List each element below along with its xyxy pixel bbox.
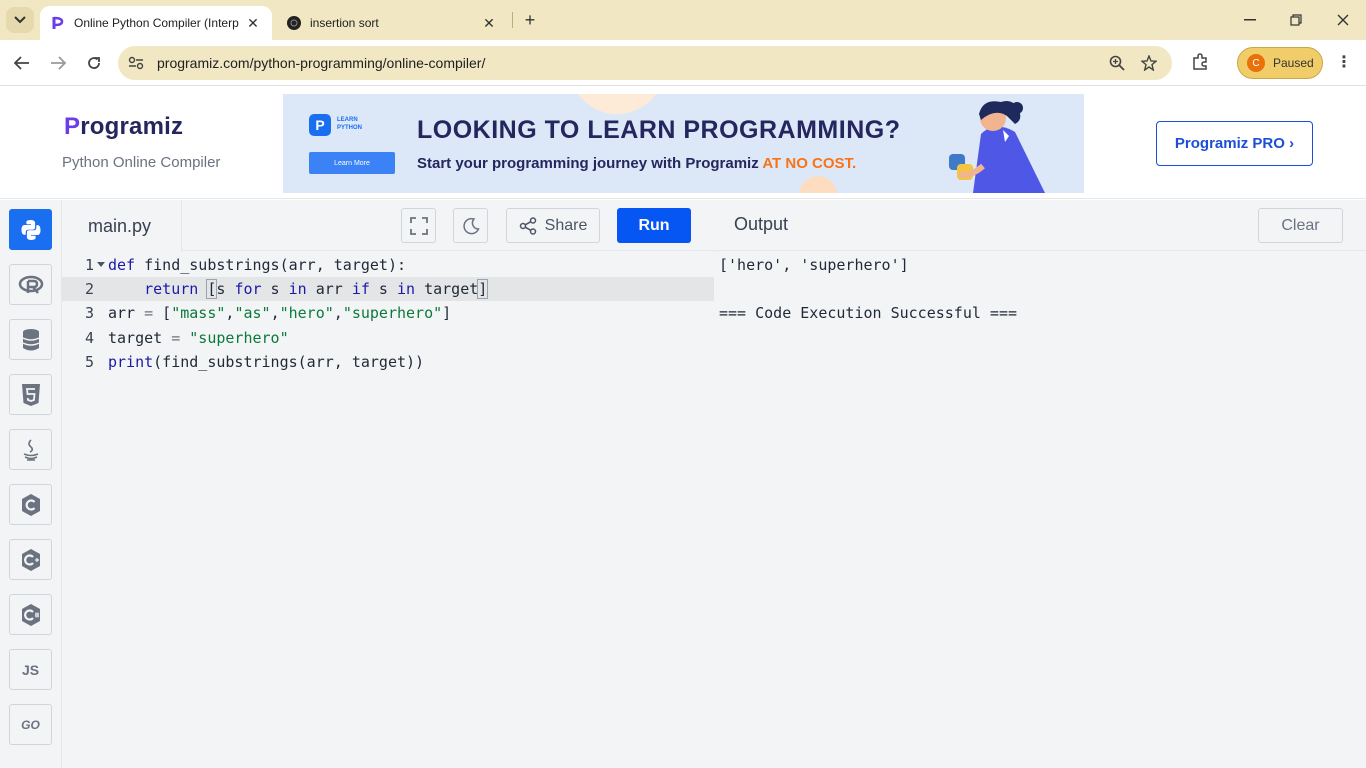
- page-subtitle: Python Online Compiler: [62, 154, 221, 171]
- line-number-gutter: 1 2 3 4 5: [62, 252, 108, 768]
- tab-search-button[interactable]: [6, 7, 34, 33]
- editor-toolbar: main.py Share Run: [62, 200, 714, 252]
- code-line[interactable]: print(find_substrings(arr, target)): [108, 350, 714, 374]
- banner-decoration: [799, 176, 837, 193]
- share-button[interactable]: Share: [506, 208, 600, 243]
- reload-icon[interactable]: [82, 51, 106, 75]
- banner-subline: Start your programming journey with Prog…: [417, 155, 857, 172]
- code-line[interactable]: target = "superhero": [108, 326, 714, 350]
- sql-database-icon[interactable]: [9, 319, 52, 360]
- output-toolbar: Output Clear: [714, 200, 1366, 251]
- javascript-language-icon[interactable]: JS: [9, 649, 52, 690]
- url-text: programiz.com/python-programming/online-…: [157, 55, 486, 71]
- r-language-icon[interactable]: [9, 264, 52, 305]
- close-icon[interactable]: ✕: [480, 14, 498, 32]
- clear-button[interactable]: Clear: [1258, 208, 1343, 243]
- close-icon[interactable]: ✕: [244, 14, 262, 32]
- forward-arrow-icon[interactable]: [46, 51, 70, 75]
- tab-divider: [512, 12, 513, 28]
- programiz-p-icon: P: [309, 114, 331, 136]
- line-number: 5: [84, 353, 94, 371]
- browser-tab[interactable]: insertion sort ✕: [276, 6, 508, 40]
- ad-banner[interactable]: P LEARN PYTHON Learn More LOOKING TO LEAR…: [283, 94, 1084, 193]
- cpp-language-icon[interactable]: [9, 539, 52, 580]
- browser-tab-bar: Online Python Compiler (Interp ✕ inserti…: [0, 0, 1366, 40]
- site-header: Programiz Python Online Compiler P LEARN…: [0, 87, 1366, 199]
- run-button[interactable]: Run: [617, 208, 691, 243]
- csharp-language-icon[interactable]: [9, 594, 52, 635]
- line-number: 1: [62, 253, 108, 277]
- banner-headline: LOOKING TO LEARN PROGRAMMING?: [417, 116, 901, 144]
- new-tab-plus-icon[interactable]: +: [520, 10, 540, 30]
- bookmark-star-icon[interactable]: [1140, 54, 1158, 72]
- extensions-puzzle-icon[interactable]: [1190, 52, 1210, 72]
- banner-decoration: [569, 94, 665, 114]
- python-language-icon[interactable]: [9, 209, 52, 250]
- tab-title: Online Python Compiler (Interp: [74, 16, 239, 30]
- share-label: Share: [544, 216, 588, 234]
- code-line[interactable]: def find_substrings(arr, target):: [108, 253, 714, 277]
- profile-status: Paused: [1273, 56, 1314, 70]
- programiz-pro-button[interactable]: Programiz PRO ›: [1156, 121, 1313, 166]
- code-line[interactable]: arr = ["mass","as","hero","superhero"]: [108, 301, 714, 325]
- output-line: ['hero', 'superhero']: [719, 256, 909, 274]
- c-language-icon[interactable]: [9, 484, 52, 525]
- output-title: Output: [734, 214, 789, 234]
- code-line[interactable]: return [s for s in arr if s in target]: [108, 277, 714, 301]
- minimize-icon[interactable]: [1240, 10, 1260, 30]
- language-sidebar: JS GO: [0, 200, 62, 768]
- file-tab-main[interactable]: main.py: [62, 200, 182, 252]
- dark-mode-moon-icon[interactable]: [453, 208, 488, 243]
- site-favicon-icon: [286, 15, 302, 31]
- profile-button[interactable]: C Paused: [1237, 47, 1323, 79]
- line-number: 4: [84, 329, 94, 347]
- window-close-icon[interactable]: [1333, 10, 1353, 30]
- java-icon[interactable]: [9, 429, 52, 470]
- tab-title: insertion sort: [310, 16, 379, 30]
- share-icon: [519, 216, 537, 235]
- browser-toolbar: programiz.com/python-programming/online-…: [0, 40, 1366, 86]
- line-number: 2: [62, 277, 108, 301]
- browser-tab-active[interactable]: Online Python Compiler (Interp ✕: [40, 6, 272, 40]
- zoom-icon[interactable]: [1108, 54, 1126, 72]
- learn-python-card: P LEARN PYTHON Learn More: [309, 114, 395, 174]
- banner-illustration-icon: [933, 94, 1084, 193]
- logo-text: rogramiz: [80, 113, 184, 140]
- avatar: C: [1247, 54, 1265, 72]
- programiz-favicon-icon: [50, 15, 66, 31]
- site-settings-icon[interactable]: [128, 55, 144, 71]
- fullscreen-icon[interactable]: [401, 208, 436, 243]
- code-editor[interactable]: def find_substrings(arr, target): return…: [108, 252, 714, 768]
- learn-more-button[interactable]: Learn More: [309, 152, 395, 174]
- restore-icon[interactable]: [1286, 10, 1306, 30]
- programiz-logo[interactable]: Programiz: [64, 113, 183, 141]
- output-line: === Code Execution Successful ===: [719, 304, 1018, 322]
- line-number: 3: [84, 304, 94, 322]
- go-language-icon[interactable]: GO: [9, 704, 52, 745]
- html5-icon[interactable]: [9, 374, 52, 415]
- address-bar[interactable]: programiz.com/python-programming/online-…: [118, 46, 1172, 80]
- card-label: LEARN PYTHON: [337, 117, 363, 131]
- browser-menu-icon[interactable]: ⋮: [1336, 52, 1352, 72]
- code-editor-pane: main.py Share Run 1 2 3 4 5 def find_sub…: [62, 200, 714, 768]
- fold-arrow-icon[interactable]: [97, 262, 105, 267]
- back-arrow-icon[interactable]: [10, 51, 34, 75]
- logo-mark: P: [64, 113, 81, 140]
- output-pane: Output Clear ['hero', 'superhero'] === C…: [714, 200, 1366, 768]
